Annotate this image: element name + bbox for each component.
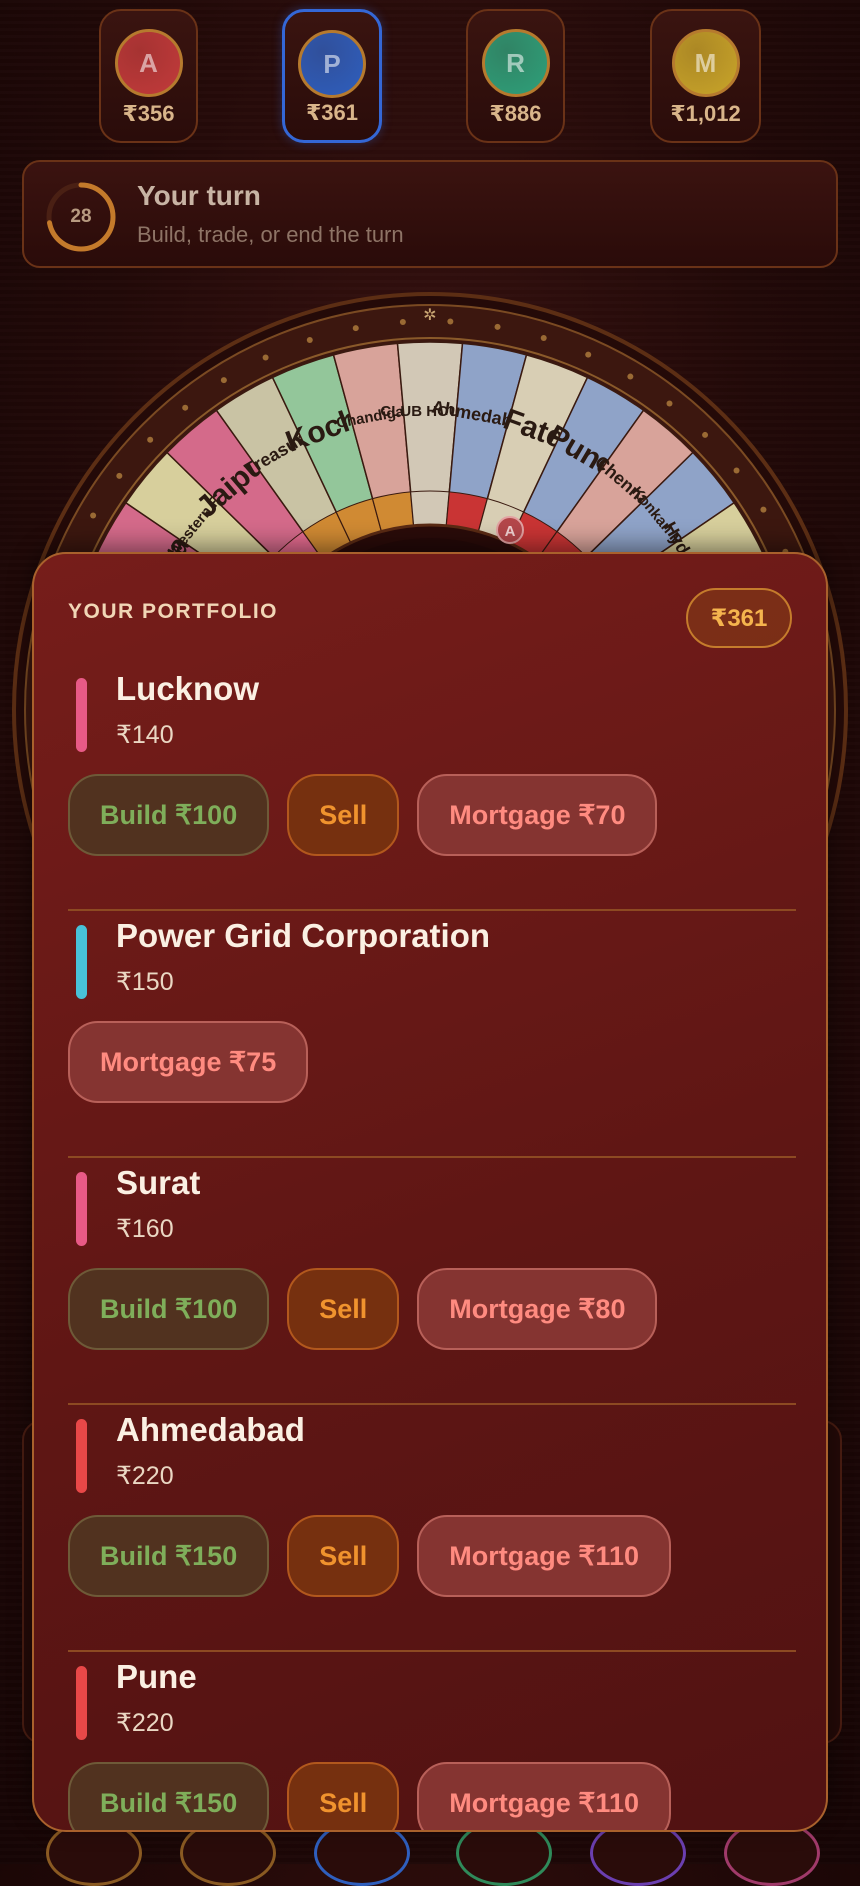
player-cash: ₹886 [489,101,542,126]
property-row: Surat ₹160 Build ₹100 Sell Mortgage ₹80 [68,1158,796,1405]
player-token-label: A [505,523,516,540]
player-card-a[interactable]: A ₹356 [99,9,198,143]
property-name: Ahmedabad [116,1411,305,1448]
cash-badge: ₹361 [686,588,792,648]
player-card-m[interactable]: M ₹1,012 [650,9,761,143]
rim-ornament [306,337,313,344]
property-actions: Build ₹100 Sell Mortgage ₹80 [68,1268,658,1350]
rim-ornament [733,467,740,474]
player-cash: ₹361 [305,100,358,125]
property-price: ₹220 [116,1462,174,1490]
property-row: Ahmedabad ₹220 Build ₹150 Sell Mortgage ₹1… [68,1405,796,1652]
property-row: Pune ₹220 Build ₹150 Sell Mortgage ₹110 [68,1652,796,1830]
property-list: Lucknow ₹140 Build ₹100 Sell Mortgage ₹70 … [68,664,796,1830]
property-price: ₹140 [116,721,174,749]
turn-subtitle: Build, trade, or end the turn [137,222,404,247]
property-actions: Build ₹150 Sell Mortgage ₹110 [68,1762,671,1830]
property-actions: Build ₹150 Sell Mortgage ₹110 [68,1515,671,1597]
rim-ornament [220,377,227,384]
rim-ornament [585,351,592,358]
turn-title: Your turn [137,180,261,211]
sell-button[interactable]: Sell [287,1268,400,1350]
player-card-p[interactable]: P ₹361 [282,9,382,143]
rim-ornament [147,436,154,443]
player-card-r[interactable]: R ₹886 [466,9,565,143]
rim-ornament [760,506,767,513]
player-avatar: R [481,29,550,97]
property-price: ₹220 [116,1709,174,1737]
property-color-swatch [76,1666,87,1740]
mortgage-button[interactable]: Mortgage ₹80 [417,1268,658,1350]
property-actions: Build ₹100 Sell Mortgage ₹70 [68,774,658,856]
build-button[interactable]: Build ₹150 [68,1515,270,1597]
rim-ornament [399,318,406,325]
sell-button[interactable]: Sell [287,1762,400,1830]
build-button[interactable]: Build ₹100 [68,1268,270,1350]
mortgage-button[interactable]: Mortgage ₹70 [417,774,658,856]
rim-ornament [352,325,359,332]
portfolio-panel: YOUR PORTFOLIO ₹361 Lucknow ₹140 Build ₹… [32,552,828,1832]
mortgage-button[interactable]: Mortgage ₹110 [417,1515,671,1597]
property-name: Power Grid Corporation [116,917,491,954]
property-row: Lucknow ₹140 Build ₹100 Sell Mortgage ₹70 [68,664,796,911]
sell-button[interactable]: Sell [287,1515,400,1597]
player-avatar: A [114,29,183,97]
build-button[interactable]: Build ₹150 [68,1762,270,1830]
player-token-a: A [496,516,524,544]
property-row: Power Grid Corporation ₹150 Mortgage ₹75 [68,911,796,1158]
property-name: Pune [116,1658,197,1695]
property-color-swatch [76,1172,87,1246]
property-price: ₹150 [116,968,174,996]
mortgage-button[interactable]: Mortgage ₹75 [68,1021,309,1103]
rim-ornament [262,354,269,361]
property-name: Surat [116,1164,201,1201]
rim-ornament [182,404,189,411]
turn-timer-value: 28 [70,206,92,227]
property-color-swatch [76,678,87,752]
property-price: ₹160 [116,1215,174,1243]
rim-ornament [627,373,634,380]
mortgage-button[interactable]: Mortgage ₹110 [417,1762,671,1830]
property-name: Lucknow [116,670,260,707]
rim-ornament [540,334,547,341]
build-button[interactable]: Build ₹100 [68,774,270,856]
rim-ornament [666,400,673,407]
player-cash: ₹1,012 [670,101,741,126]
turn-status-bar: 28 Your turn Build, trade, or end the tu… [22,160,838,268]
rim-ornament [90,512,97,519]
sell-button[interactable]: Sell [287,774,400,856]
property-color-swatch [76,1419,87,1493]
rim-ornament [116,472,123,479]
player-cash: ₹356 [122,101,175,126]
property-color-swatch [76,925,87,999]
rim-ornament [447,318,454,325]
portfolio-title: YOUR PORTFOLIO [68,600,278,623]
rim-ornament [494,323,501,330]
player-avatar: P [298,30,366,98]
property-actions: Mortgage ₹75 [68,1021,309,1103]
rim-ornament [702,431,709,438]
compass-icon: ✲ [423,307,436,324]
player-avatar: M [671,29,740,97]
